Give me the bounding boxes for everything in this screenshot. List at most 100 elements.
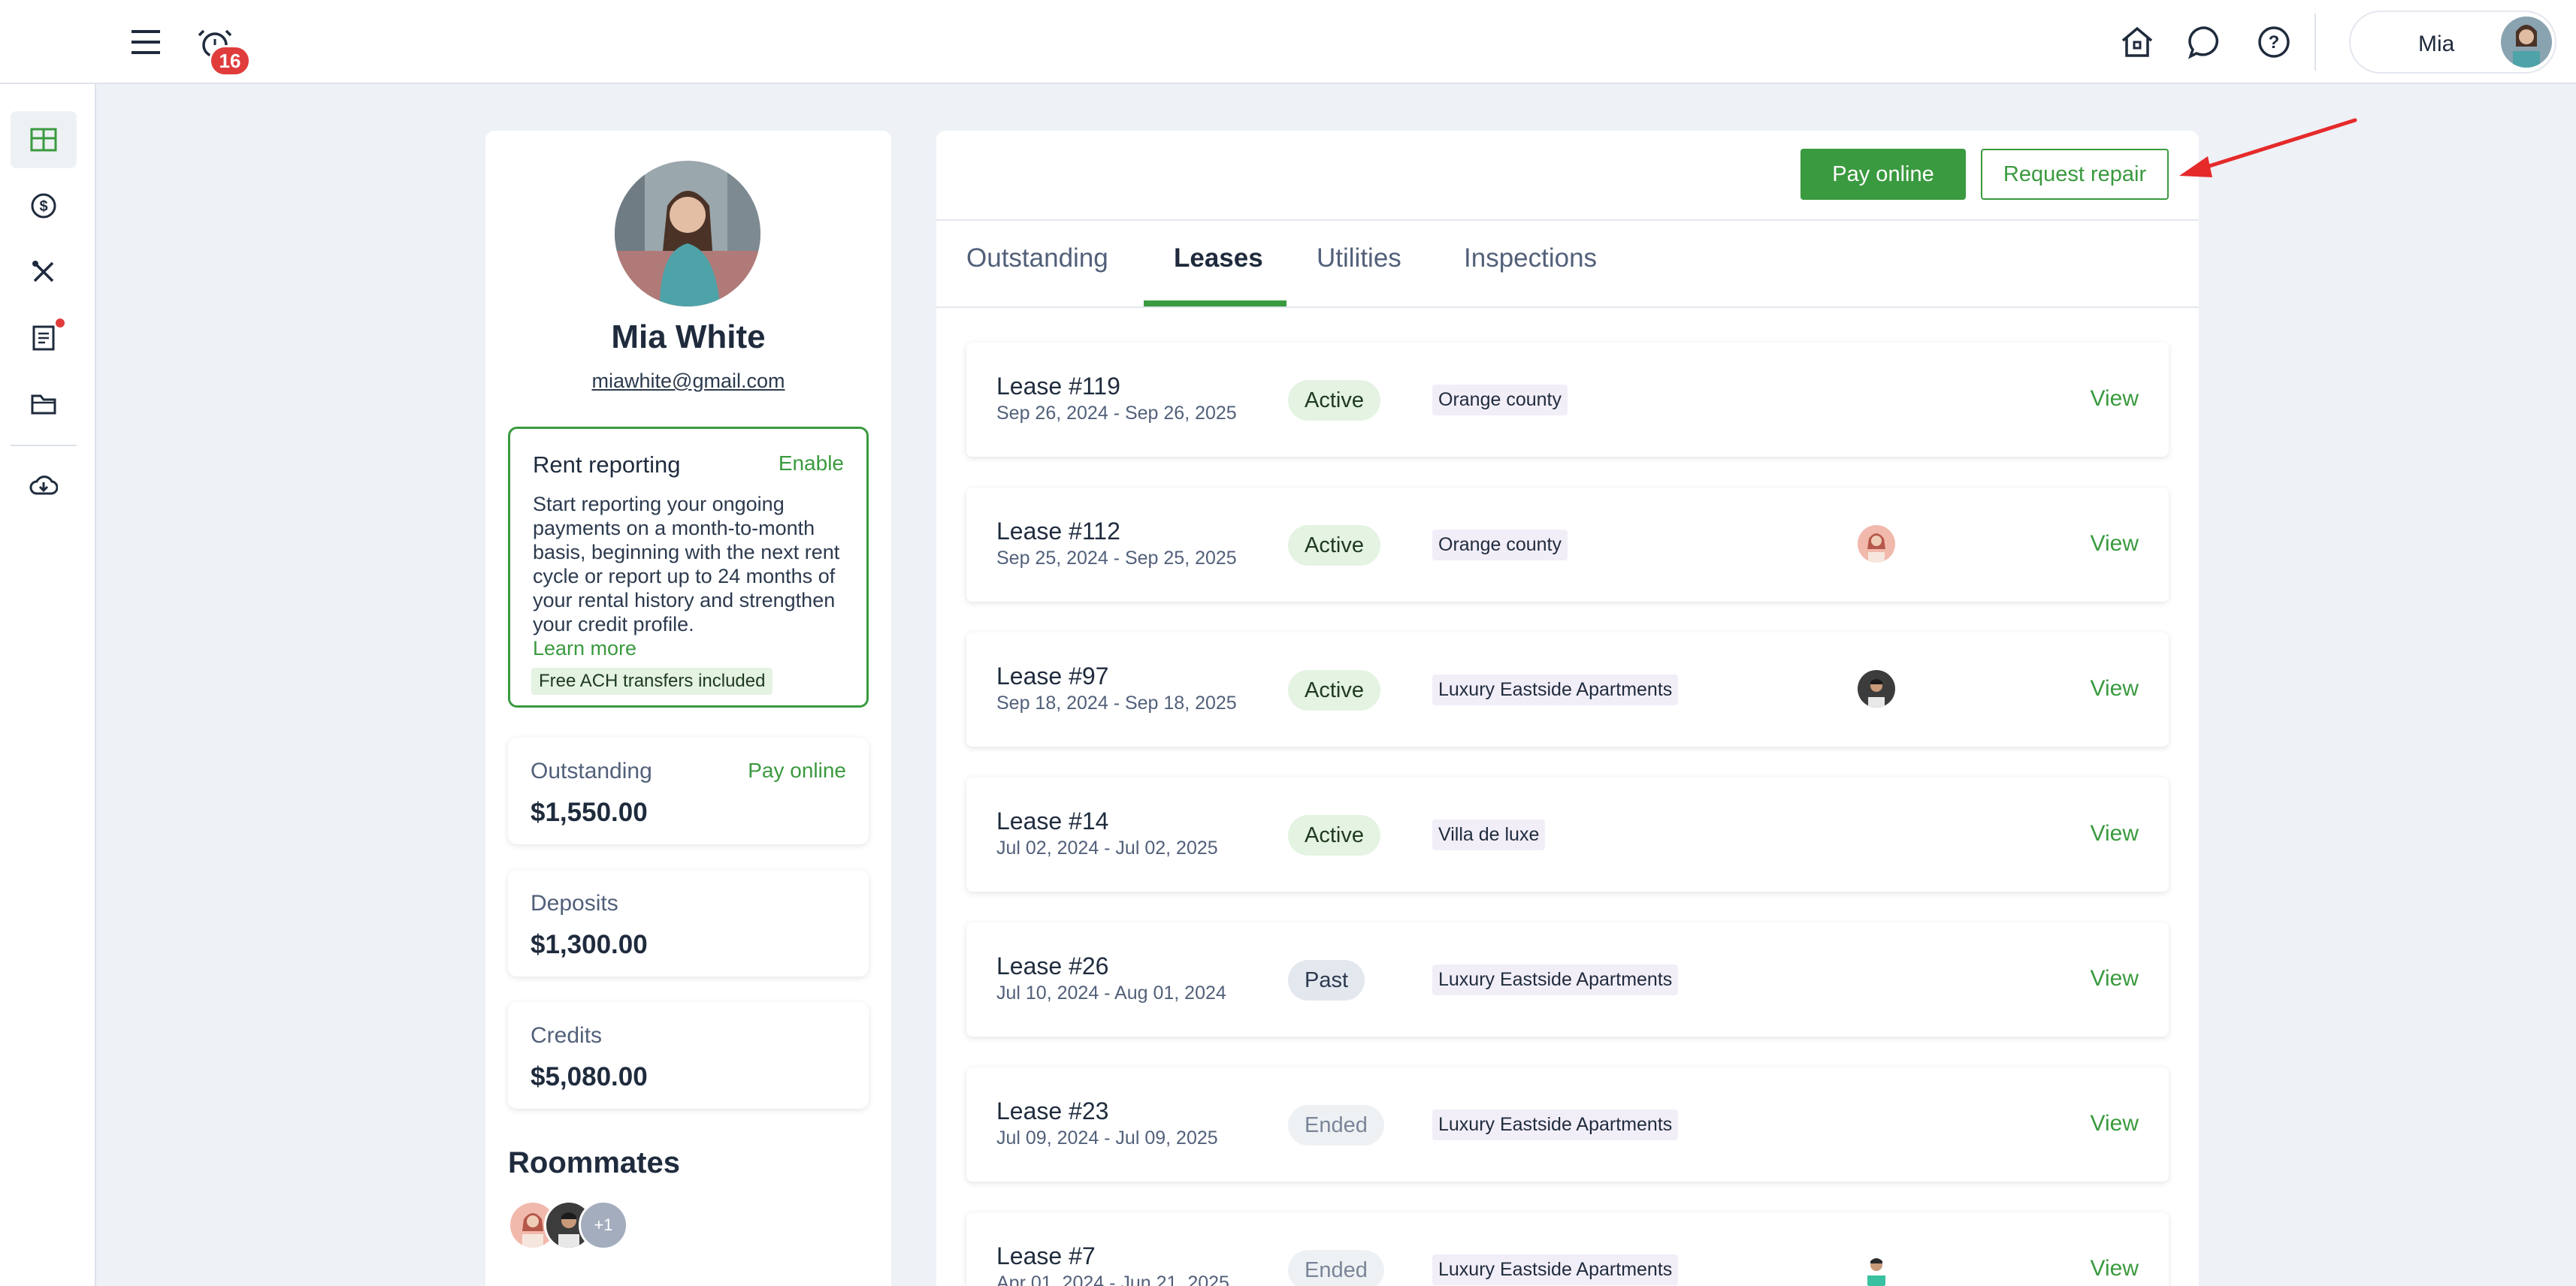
lease-title: Lease #26 bbox=[996, 952, 1109, 980]
credits-label: Credits bbox=[531, 1023, 603, 1048]
lease-status-badge: Active bbox=[1288, 815, 1380, 856]
annotation-arrow-icon bbox=[2179, 118, 2357, 177]
rent-reporting-title: Rent reporting bbox=[533, 451, 681, 478]
lease-status-badge: Ended bbox=[1288, 1105, 1384, 1146]
lease-dates: Sep 18, 2024 - Sep 18, 2025 bbox=[996, 693, 1237, 714]
roommates-more-badge[interactable]: +1 bbox=[579, 1200, 628, 1250]
deposits-value: $1,300.00 bbox=[531, 930, 648, 959]
property-tag: Orange county bbox=[1432, 530, 1568, 560]
lease-card[interactable]: Lease #26 Jul 10, 2024 - Aug 01, 2024 Pa… bbox=[966, 922, 2169, 1037]
user-name: Mia bbox=[2418, 32, 2455, 56]
lease-title: Lease #23 bbox=[996, 1097, 1109, 1124]
lease-status-badge: Active bbox=[1288, 380, 1380, 421]
topbar-separator bbox=[2314, 14, 2316, 71]
tenant-avatar bbox=[1858, 525, 1895, 563]
tab-inspections[interactable]: Inspections bbox=[1464, 243, 1597, 273]
outstanding-pay-online-link[interactable]: Pay online bbox=[748, 759, 846, 783]
lease-dates: Apr 01, 2024 - Jun 21, 2025 bbox=[996, 1272, 1229, 1286]
lease-title: Lease #14 bbox=[996, 808, 1109, 835]
payments-icon[interactable]: $ bbox=[11, 177, 77, 234]
home-icon[interactable] bbox=[2116, 21, 2158, 63]
tab-utilities[interactable]: Utilities bbox=[1317, 243, 1401, 273]
tab-outstanding[interactable]: Outstanding bbox=[966, 243, 1108, 273]
lease-status-badge: Active bbox=[1288, 525, 1380, 566]
svg-text:$: $ bbox=[39, 198, 47, 215]
lease-card[interactable]: Lease #7 Apr 01, 2024 - Jun 21, 2025 End… bbox=[966, 1212, 2169, 1286]
panel-divider bbox=[936, 219, 2199, 221]
top-bar: 16 ? Mia bbox=[0, 0, 2576, 84]
view-lease-link[interactable]: View bbox=[2091, 531, 2139, 557]
rent-reporting-enable-link[interactable]: Enable bbox=[779, 451, 844, 475]
view-lease-link[interactable]: View bbox=[2091, 966, 2139, 992]
sidebar-divider bbox=[11, 445, 77, 446]
deposits-label: Deposits bbox=[531, 891, 618, 916]
documents-icon[interactable] bbox=[11, 309, 77, 367]
request-repair-button[interactable]: Request repair bbox=[1981, 149, 2169, 200]
active-tab-indicator bbox=[1144, 300, 1286, 306]
svg-text:?: ? bbox=[2269, 32, 2280, 53]
property-tag: Luxury Eastside Apartments bbox=[1432, 1254, 1679, 1285]
left-sidebar: $ bbox=[0, 0, 96, 1286]
documents-notification-dot bbox=[56, 318, 65, 328]
rent-reporting-description: Start reporting your ongoing payments on… bbox=[533, 492, 848, 660]
chat-icon[interactable] bbox=[2184, 21, 2226, 63]
tab-leases[interactable]: Leases bbox=[1174, 243, 1263, 273]
lease-status-badge: Past bbox=[1288, 960, 1365, 1001]
dashboard-icon[interactable] bbox=[11, 111, 77, 168]
lease-status-badge: Active bbox=[1288, 670, 1380, 711]
help-icon[interactable]: ? bbox=[2253, 21, 2295, 63]
rent-reporting-box: Rent reporting Enable Start reporting yo… bbox=[508, 427, 869, 708]
lease-dates: Jul 02, 2024 - Jul 02, 2025 bbox=[996, 838, 1218, 859]
property-tag: Orange county bbox=[1432, 385, 1568, 415]
lease-title: Lease #7 bbox=[996, 1242, 1096, 1269]
view-lease-link[interactable]: View bbox=[2091, 1256, 2139, 1281]
roommates-title: Roommates bbox=[508, 1146, 680, 1179]
deposits-card: Deposits $1,300.00 bbox=[508, 870, 869, 977]
view-lease-link[interactable]: View bbox=[2091, 386, 2139, 412]
learn-more-link[interactable]: Learn more bbox=[533, 637, 636, 660]
pay-online-button[interactable]: Pay online bbox=[1800, 149, 1966, 200]
rent-reporting-text: Start reporting your ongoing payments on… bbox=[533, 493, 840, 635]
property-tag: Luxury Eastside Apartments bbox=[1432, 675, 1679, 705]
view-lease-link[interactable]: View bbox=[2091, 821, 2139, 847]
menu-icon[interactable] bbox=[126, 23, 165, 62]
lease-card[interactable]: Lease #119 Sep 26, 2024 - Sep 26, 2025 A… bbox=[966, 343, 2169, 457]
property-tag: Villa de luxe bbox=[1432, 820, 1546, 850]
notification-count-badge: 16 bbox=[209, 45, 251, 77]
property-tag: Luxury Eastside Apartments bbox=[1432, 1109, 1679, 1140]
lease-card[interactable]: Lease #23 Jul 09, 2024 - Jul 09, 2025 En… bbox=[966, 1067, 2169, 1182]
user-avatar bbox=[2501, 17, 2552, 68]
lease-title: Lease #119 bbox=[996, 373, 1120, 400]
property-tag: Luxury Eastside Apartments bbox=[1432, 964, 1679, 995]
profile-avatar bbox=[615, 161, 760, 306]
leases-panel: Pay online Request repair Outstanding Le… bbox=[936, 131, 2199, 1286]
outstanding-card: Outstanding Pay online $1,550.00 bbox=[508, 738, 869, 844]
profile-card: Mia White miawhite@gmail.com Rent report… bbox=[485, 131, 891, 1286]
maintenance-tools-icon[interactable] bbox=[11, 243, 77, 300]
lease-dates: Jul 09, 2024 - Jul 09, 2025 bbox=[996, 1128, 1218, 1149]
lease-card[interactable]: Lease #112 Sep 25, 2024 - Sep 25, 2025 A… bbox=[966, 488, 2169, 602]
ach-note-pill: Free ACH transfers included bbox=[531, 668, 773, 695]
credits-value: $5,080.00 bbox=[531, 1062, 648, 1091]
lease-title: Lease #97 bbox=[996, 663, 1109, 690]
lease-dates: Jul 10, 2024 - Aug 01, 2024 bbox=[996, 983, 1226, 1004]
folder-icon[interactable] bbox=[11, 376, 77, 433]
tenant-avatar bbox=[1858, 1250, 1895, 1286]
credits-card: Credits $5,080.00 bbox=[508, 1002, 869, 1109]
cloud-download-icon[interactable] bbox=[11, 457, 77, 514]
lease-status-badge: Ended bbox=[1288, 1250, 1384, 1286]
view-lease-link[interactable]: View bbox=[2091, 1111, 2139, 1137]
lease-card[interactable]: Lease #97 Sep 18, 2024 - Sep 18, 2025 Ac… bbox=[966, 632, 2169, 747]
outstanding-value: $1,550.00 bbox=[531, 798, 648, 827]
view-lease-link[interactable]: View bbox=[2091, 676, 2139, 702]
lease-card[interactable]: Lease #14 Jul 02, 2024 - Jul 02, 2025 Ac… bbox=[966, 777, 2169, 892]
profile-email-link[interactable]: miawhite@gmail.com bbox=[485, 370, 891, 393]
tabs-divider bbox=[936, 306, 2199, 308]
tenant-avatar bbox=[1858, 670, 1895, 708]
lease-dates: Sep 25, 2024 - Sep 25, 2025 bbox=[996, 548, 1237, 569]
outstanding-label: Outstanding bbox=[531, 759, 652, 783]
lease-title: Lease #112 bbox=[996, 518, 1120, 545]
profile-name: Mia White bbox=[611, 318, 766, 355]
user-menu[interactable]: Mia bbox=[2349, 11, 2556, 74]
lease-dates: Sep 26, 2024 - Sep 26, 2025 bbox=[996, 403, 1237, 424]
